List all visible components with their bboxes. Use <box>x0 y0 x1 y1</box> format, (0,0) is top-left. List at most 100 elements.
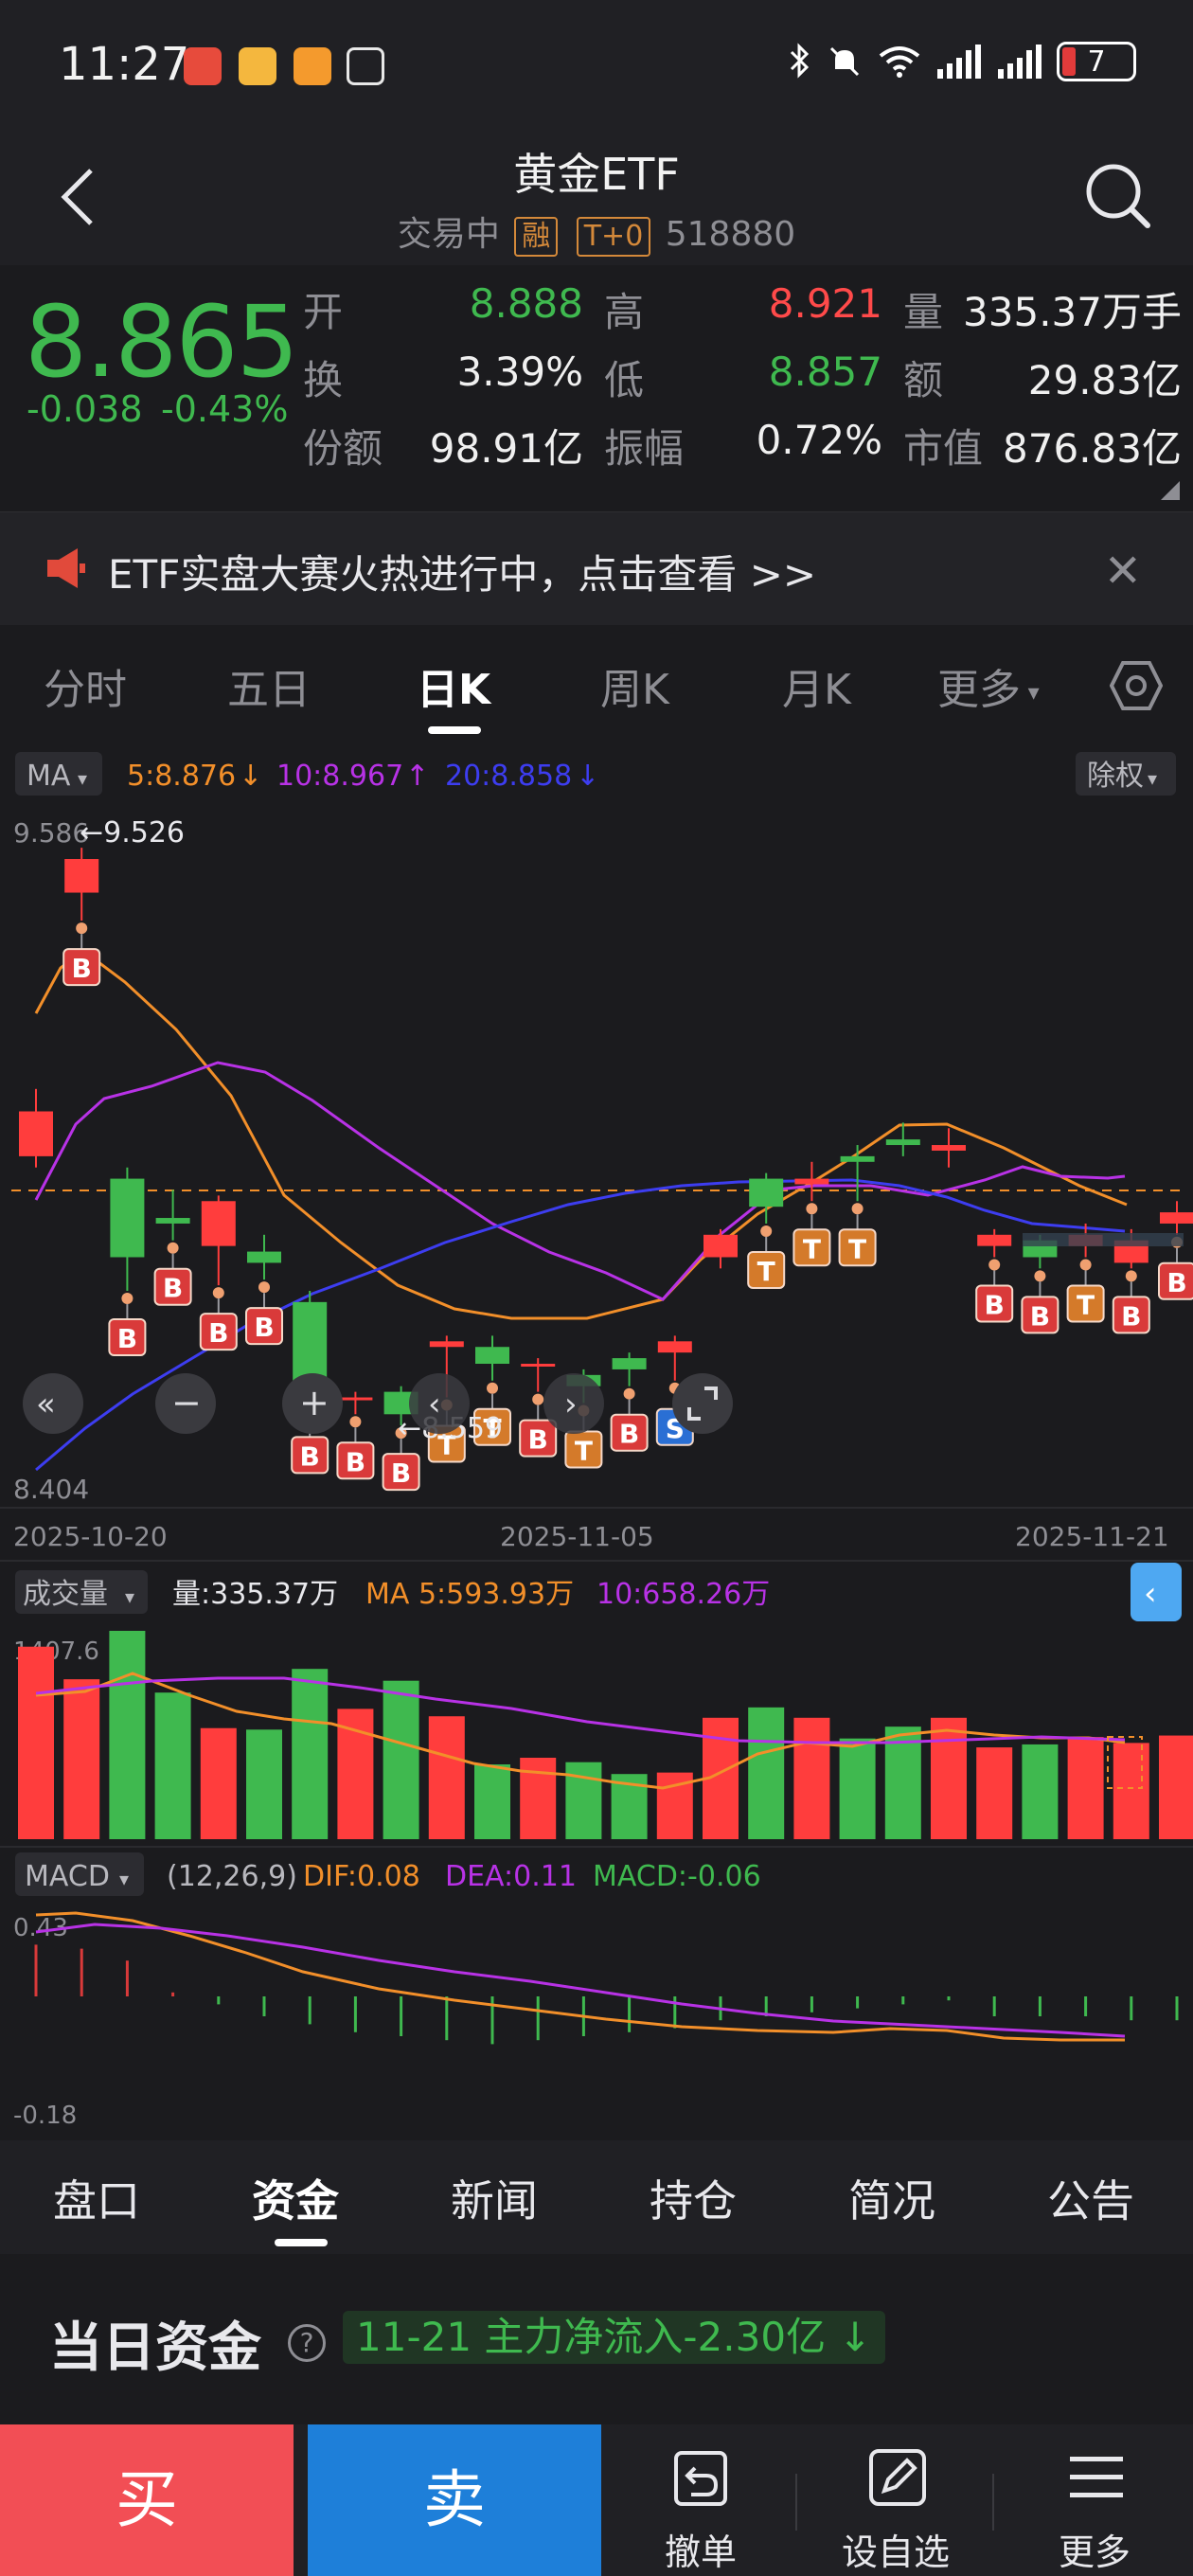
tab-profile[interactable]: 简况 <box>848 2167 935 2229</box>
fullscreen-button[interactable] <box>672 1373 733 1434</box>
tab-five-day[interactable]: 五日 <box>227 655 311 716</box>
ma20-label: 20:8.858 <box>445 760 572 793</box>
add-watchlist-button[interactable]: 设自选 <box>801 2424 990 2576</box>
candle-body <box>19 1111 53 1156</box>
volume-bar <box>154 1692 191 1839</box>
trade-dot <box>167 1242 179 1254</box>
quote-label: 市值 <box>903 425 984 472</box>
volume-bar <box>200 1727 237 1839</box>
trade-marker-T[interactable]: T <box>747 1225 786 1289</box>
margin-tag: 融 <box>514 217 559 257</box>
trade-marker-B[interactable]: B <box>199 1287 238 1351</box>
more-button[interactable]: 更多 <box>1000 2424 1189 2576</box>
close-icon[interactable]: ✕ <box>1104 545 1142 598</box>
trade-letter: T <box>803 1233 821 1264</box>
trade-marker-B[interactable]: B <box>108 1293 147 1357</box>
trade-letter: B <box>346 1446 365 1477</box>
candle-body <box>429 1341 464 1348</box>
candle <box>885 1122 920 1156</box>
trade-letter: B <box>528 1424 548 1456</box>
candle <box>247 1234 281 1280</box>
kline-chart-area[interactable]: MA ▾ 5:8.876 ↓ 10:8.967 ↑ 20:8.858 ↓ 除权 … <box>0 741 1193 2138</box>
trade-marker-T[interactable]: T <box>792 1203 831 1267</box>
candle <box>64 848 99 921</box>
trade-dot <box>76 922 88 935</box>
candle-body <box>64 859 99 893</box>
volume-bar <box>428 1716 465 1839</box>
trade-marker-B[interactable]: B <box>1021 1270 1059 1334</box>
status-bar: 11:27 7 <box>0 0 1193 133</box>
tab-daily-k[interactable]: 日K <box>417 655 490 716</box>
candle <box>110 1167 145 1292</box>
trade-dot <box>988 1259 1001 1271</box>
search-icon[interactable] <box>1079 157 1155 233</box>
tab-announcements[interactable]: 公告 <box>1047 2167 1134 2229</box>
candle-body <box>201 1201 236 1246</box>
settings-hex-icon[interactable] <box>1110 659 1163 712</box>
add-watchlist-label: 设自选 <box>841 2531 950 2573</box>
buy-button[interactable]: 买 <box>0 2424 294 2576</box>
tab-more[interactable]: 更多 ▾ <box>937 655 1040 716</box>
low-value: 8.857 <box>768 349 882 395</box>
trade-marker-B[interactable]: B <box>975 1259 1014 1323</box>
trade-marker-B[interactable]: B <box>336 1416 375 1480</box>
battery-icon: 7 <box>1057 42 1136 81</box>
quote-label: 份额 <box>303 425 383 472</box>
candle-body <box>977 1234 1012 1246</box>
chevron-down-icon: ▾ <box>119 1868 129 1890</box>
tab-funds[interactable]: 资金 <box>252 2167 339 2229</box>
tab-holdings[interactable]: 持仓 <box>650 2167 737 2229</box>
double-left-icon: « <box>36 1386 56 1423</box>
expand-corner-icon[interactable] <box>1161 481 1180 500</box>
volume-bar <box>63 1679 100 1839</box>
trade-dot <box>623 1387 635 1400</box>
trade-dot <box>258 1281 270 1294</box>
trade-marker-B[interactable]: B <box>610 1387 649 1452</box>
volume-bar <box>931 1717 967 1839</box>
trade-letter: B <box>1030 1300 1050 1332</box>
trade-marker-B[interactable]: B <box>62 922 101 987</box>
candle <box>794 1161 829 1202</box>
tab-monthly-k[interactable]: 月K <box>782 655 851 716</box>
candle-body <box>521 1364 556 1368</box>
weibo-icon <box>239 47 276 85</box>
volume-bar <box>18 1646 54 1839</box>
open-value: 8.888 <box>469 280 583 327</box>
volume-bar <box>1113 1743 1149 1839</box>
macd-axis-bottom: -0.18 <box>13 2102 77 2130</box>
tab-intraday[interactable]: 分时 <box>44 655 127 716</box>
promo-banner[interactable]: ETF实盘大赛火热进行中，点击查看 >> ✕ <box>0 511 1193 625</box>
down-arrow-icon: ↓ <box>576 760 599 793</box>
sell-button[interactable]: 卖 <box>308 2424 601 2576</box>
trade-marker-B[interactable]: B <box>153 1242 192 1306</box>
volume-bar <box>976 1747 1013 1839</box>
trade-letter: B <box>619 1419 639 1450</box>
tab-news[interactable]: 新闻 <box>451 2167 538 2229</box>
trade-marker-B[interactable]: B <box>1112 1270 1150 1334</box>
status-time: 11:27 <box>59 38 190 91</box>
macd-select-label: MACD <box>25 1860 110 1893</box>
tab-order-book[interactable]: 盘口 <box>53 2167 140 2229</box>
quote-label: 额 <box>903 357 944 403</box>
down-arrow-icon: ↓ <box>239 760 262 793</box>
volume-bar <box>1159 1735 1193 1839</box>
volume-select-label: 成交量 <box>23 1578 108 1611</box>
trade-marker-T[interactable]: T <box>1066 1259 1105 1323</box>
banner-text[interactable]: ETF实盘大赛火热进行中，点击查看 >> <box>108 543 816 600</box>
help-icon[interactable]: ? <box>288 2324 326 2362</box>
notification-app-icon <box>294 47 331 85</box>
tab-weekly-k[interactable]: 周K <box>600 655 669 716</box>
trading-state: 交易中 <box>397 215 500 254</box>
cancel-order-button[interactable]: 撤单 <box>606 2424 795 2576</box>
kline-chart[interactable]: MA ▾ 5:8.876 ↓ 10:8.967 ↑ 20:8.858 ↓ 除权 … <box>0 741 1193 2138</box>
dif-label: DIF:0.08 <box>303 1860 420 1893</box>
candle <box>840 1145 875 1202</box>
turnover-value: 3.39% <box>456 349 583 395</box>
page-title: 黄金ETF <box>513 149 680 200</box>
trade-marker-B[interactable]: B <box>245 1281 283 1346</box>
macd-params: (12,26,9) <box>167 1860 297 1893</box>
ma10-line <box>34 1061 1126 1301</box>
volume-ma5-label: MA 5:593.93万 <box>365 1578 574 1611</box>
trade-marker-T[interactable]: T <box>838 1203 877 1267</box>
last-price: 8.865 <box>25 284 299 400</box>
